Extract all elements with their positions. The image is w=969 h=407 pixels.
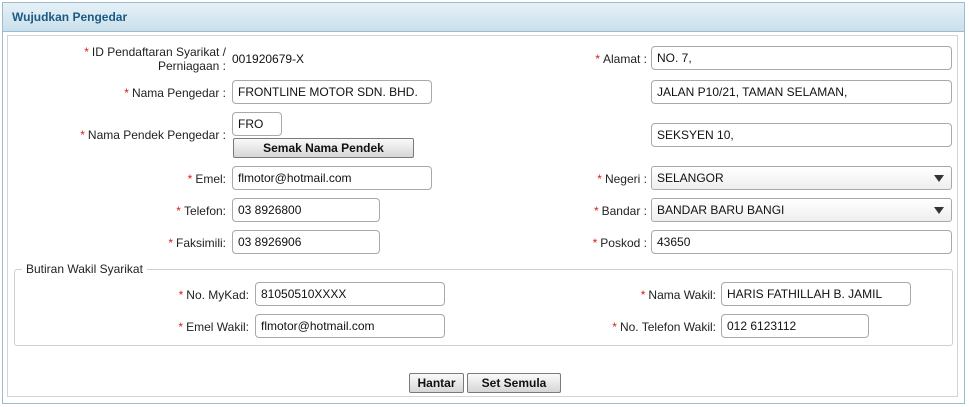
- nama-wakil-label-text: Nama Wakil:: [648, 288, 716, 302]
- mykad-label-text: No. MyKad:: [186, 288, 249, 302]
- alamat-label-text: Alamat :: [602, 52, 647, 66]
- poskod-label-text: Poskod :: [600, 236, 647, 250]
- required-mark: *: [124, 86, 129, 100]
- nama-pengedar-label-text: Nama Pengedar :: [131, 86, 226, 100]
- required-mark: *: [80, 128, 85, 142]
- telefon-label: * Telefon:: [176, 204, 226, 218]
- required-mark: *: [187, 172, 193, 186]
- emel-wakil-label: * Emel Wakil:: [178, 320, 249, 334]
- nama-wakil-input[interactable]: HARIS FATHILLAH B. JAMIL: [721, 282, 911, 306]
- hantar-button[interactable]: Hantar: [409, 373, 464, 393]
- panel-title: Wujudkan Pengedar: [12, 10, 128, 24]
- telefon-wakil-input[interactable]: 012 6123112: [721, 314, 869, 338]
- negeri-select[interactable]: SELANGOR: [651, 166, 952, 190]
- id-value: 001920679-X: [232, 52, 305, 66]
- emel-label: * Emel:: [188, 172, 226, 186]
- emel-label-text: Emel:: [195, 172, 226, 186]
- required-mark: *: [595, 52, 600, 66]
- alamat-line3-input[interactable]: SEKSYEN 10,: [651, 123, 952, 147]
- nama-pengedar-label: * Nama Pengedar :: [124, 86, 226, 100]
- wakil-legend: Butiran Wakil Syarikat: [22, 262, 147, 276]
- id-label-line2: Perniagaan :: [157, 59, 226, 73]
- emel-wakil-input[interactable]: flmotor@hotmail.com: [255, 314, 445, 338]
- required-mark: *: [84, 45, 89, 59]
- bandar-selected-value: BANDAR BARU BANGI: [657, 203, 785, 217]
- required-mark: *: [176, 204, 181, 218]
- required-mark: *: [612, 320, 617, 334]
- required-mark: *: [178, 288, 184, 302]
- mykad-input[interactable]: 81050510XXXX: [255, 282, 445, 306]
- poskod-label: * Poskod :: [593, 236, 647, 250]
- dropdown-arrow-icon: [934, 207, 944, 214]
- faksimili-input[interactable]: 03 8926906: [232, 230, 380, 254]
- required-mark: *: [168, 236, 173, 250]
- faksimili-label: * Faksimili:: [168, 236, 226, 250]
- required-mark: *: [593, 204, 599, 218]
- nama-pendek-input[interactable]: FRO: [232, 112, 282, 136]
- telefon-label-text: Telefon:: [183, 204, 226, 218]
- mykad-label: * No. MyKad:: [179, 288, 249, 302]
- poskod-input[interactable]: 43650: [651, 230, 952, 254]
- negeri-label: * Negeri :: [597, 172, 647, 186]
- id-label-line1: ID Pendaftaran Syarikat /: [91, 45, 226, 59]
- bandar-select[interactable]: BANDAR BARU BANGI: [651, 198, 952, 222]
- negeri-label-text: Negeri :: [604, 172, 647, 186]
- semak-nama-pendek-button[interactable]: Semak Nama Pendek: [233, 138, 414, 158]
- faksimili-label-text: Faksimili:: [176, 236, 226, 250]
- bandar-label-text: Bandar :: [601, 204, 647, 218]
- telefon-wakil-label-text: No. Telefon Wakil:: [619, 320, 716, 334]
- nama-pendek-label-text: Nama Pendek Pengedar :: [87, 128, 226, 142]
- telefon-wakil-label: * No. Telefon Wakil:: [612, 320, 716, 334]
- required-mark: *: [640, 288, 646, 302]
- id-label: * ID Pendaftaran Syarikat /: [84, 45, 226, 59]
- nama-wakil-label: * Nama Wakil:: [641, 288, 716, 302]
- negeri-selected-value: SELANGOR: [657, 171, 724, 185]
- emel-wakil-label-text: Emel Wakil:: [186, 320, 249, 334]
- required-mark: *: [178, 320, 184, 334]
- alamat-line2-input[interactable]: JALAN P10/21, TAMAN SELAMAN,: [651, 80, 952, 104]
- dropdown-arrow-icon: [934, 175, 944, 182]
- nama-pendek-label: * Nama Pendek Pengedar :: [80, 128, 226, 142]
- alamat-line1-input[interactable]: NO. 7,: [651, 46, 952, 70]
- required-mark: *: [592, 236, 598, 250]
- alamat-label: * Alamat :: [595, 52, 647, 66]
- emel-input[interactable]: flmotor@hotmail.com: [232, 166, 432, 190]
- panel-header: Wujudkan Pengedar: [3, 3, 964, 32]
- nama-pengedar-input[interactable]: FRONTLINE MOTOR SDN. BHD.: [232, 80, 432, 104]
- telefon-input[interactable]: 03 8926800: [232, 198, 380, 222]
- set-semula-button[interactable]: Set Semula: [467, 373, 561, 393]
- bandar-label: * Bandar :: [594, 204, 647, 218]
- required-mark: *: [597, 172, 602, 186]
